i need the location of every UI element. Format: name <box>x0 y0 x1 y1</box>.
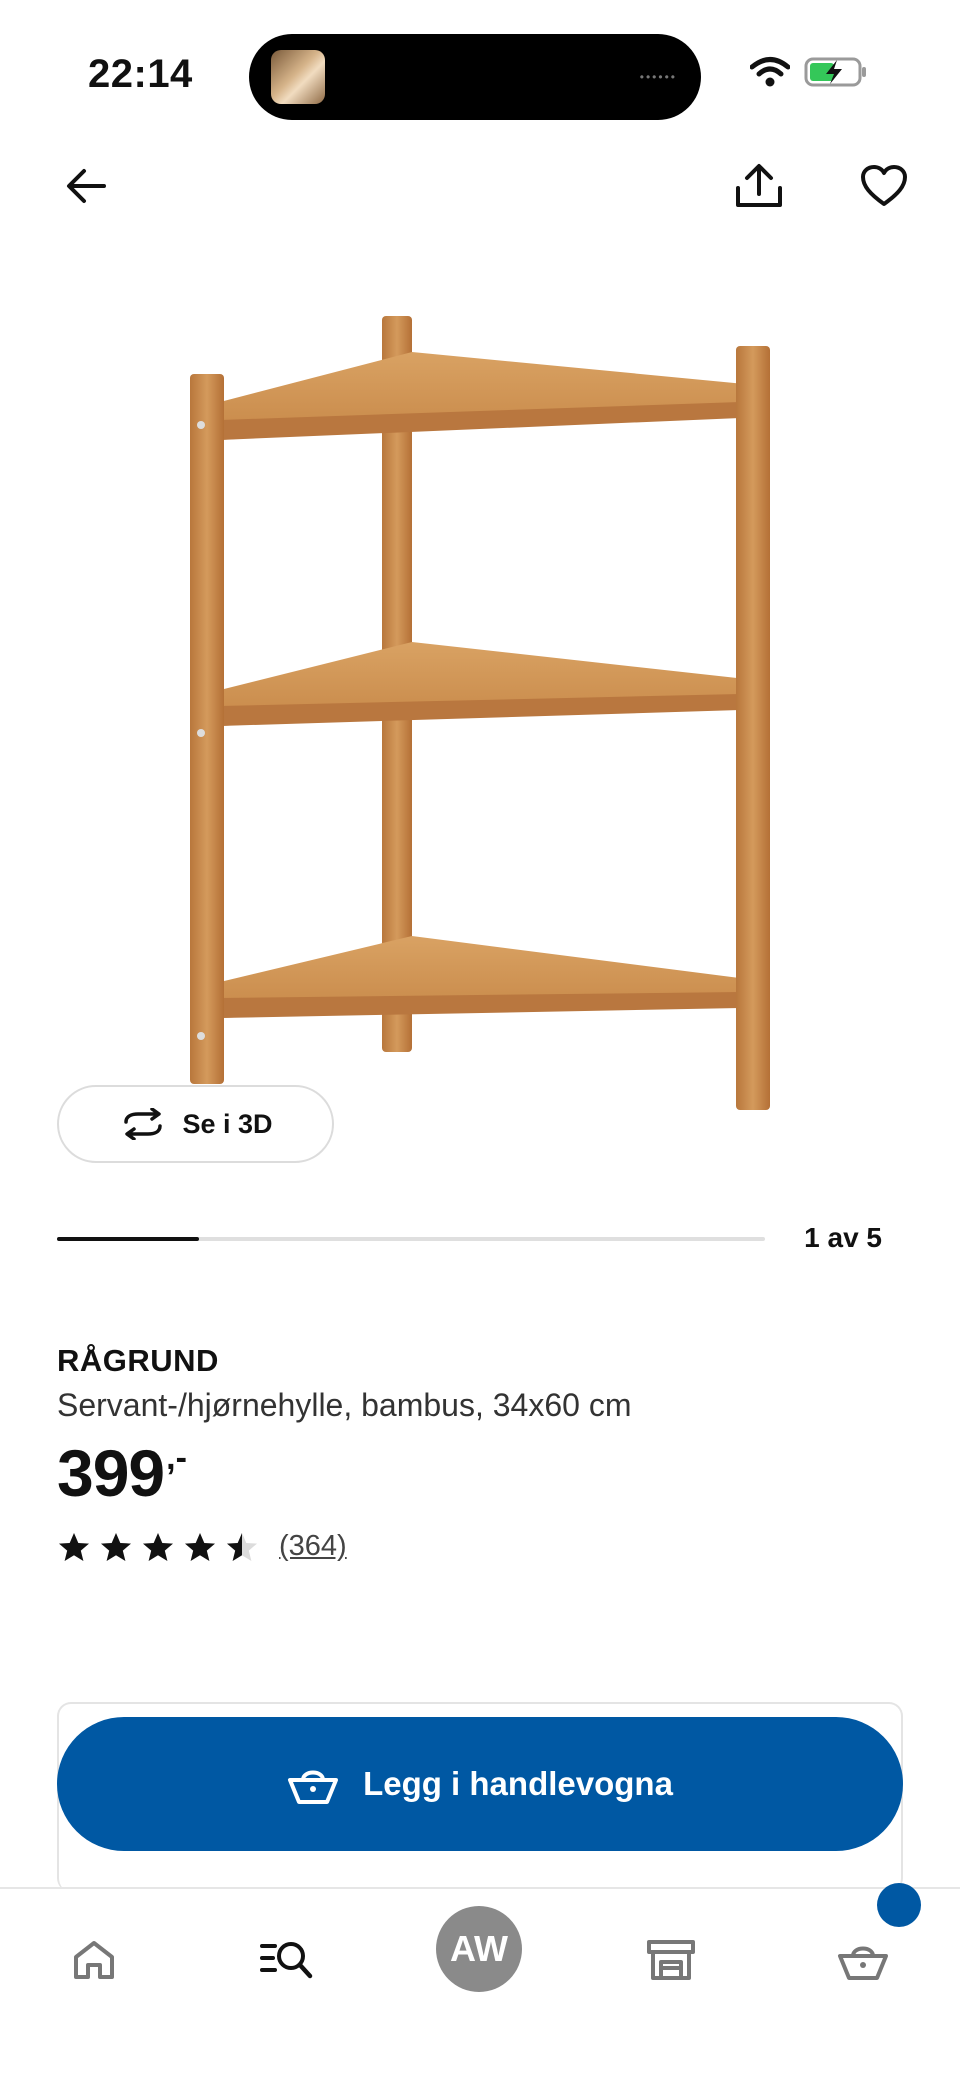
top-nav <box>0 150 960 230</box>
share-icon <box>736 164 782 207</box>
now-playing-thumbnail <box>271 50 325 104</box>
product-image[interactable] <box>150 290 790 1140</box>
star-icon <box>59 1532 89 1561</box>
rotate-3d-icon <box>124 1108 163 1140</box>
back-button[interactable] <box>54 154 118 218</box>
product-rating[interactable]: (364) <box>57 1530 347 1563</box>
arrow-left-icon <box>67 169 106 203</box>
carousel-track <box>57 1237 765 1241</box>
rating-stars <box>57 1531 259 1563</box>
status-icons <box>750 56 868 88</box>
view-3d-label: Se i 3D <box>182 1108 273 1139</box>
status-time: 22:14 <box>88 52 193 96</box>
battery-charging-icon <box>804 57 866 87</box>
status-bar: 22:14 •••••• <box>0 0 960 150</box>
image-counter: 1 av 5 <box>804 1222 882 1253</box>
view-3d-button[interactable]: Se i 3D <box>57 1085 334 1163</box>
wifi-icon <box>750 57 790 87</box>
price-suffix: ,- <box>166 1439 187 1477</box>
search-list-icon <box>260 1942 313 1979</box>
star-icon <box>143 1532 173 1561</box>
avatar-initials: AW <box>450 1928 508 1969</box>
nav-search[interactable] <box>242 1915 332 2005</box>
island-indicator-icon: •••••• <box>639 70 677 84</box>
star-icon <box>227 1532 257 1561</box>
cart-badge <box>877 1883 921 1927</box>
review-count-link[interactable]: (364) <box>279 1530 347 1563</box>
home-icon <box>74 1941 114 1979</box>
add-to-cart-button[interactable]: Legg i handlevogna <box>57 1717 903 1851</box>
favourite-button[interactable] <box>852 154 916 218</box>
star-icon <box>185 1532 215 1561</box>
share-button[interactable] <box>727 154 791 218</box>
nav-home[interactable] <box>49 1915 139 2005</box>
corner-shelf-illustration <box>190 316 770 1110</box>
product-name: RÅGRUND <box>57 1343 219 1378</box>
store-icon <box>647 1940 695 1980</box>
carousel-progress <box>57 1237 199 1241</box>
add-to-cart-label: Legg i handlevogna <box>363 1765 673 1802</box>
image-carousel-indicator: 1 av 5 <box>57 1220 907 1260</box>
price-value: 399 <box>57 1436 165 1510</box>
dynamic-island: •••••• <box>249 34 701 120</box>
star-icon <box>101 1532 131 1561</box>
nav-cart[interactable] <box>818 1915 908 2005</box>
bottom-nav: AW <box>0 1883 960 2087</box>
basket-icon <box>288 1770 339 1804</box>
heart-icon <box>861 165 907 206</box>
cart-icon <box>838 1946 888 1980</box>
product-description: Servant-/hjørnehylle, bambus, 34x60 cm <box>57 1387 632 1423</box>
product-price: 399 ,- <box>57 1435 187 1511</box>
profile-avatar[interactable]: AW <box>436 1906 522 1992</box>
nav-stores[interactable] <box>626 1915 716 2005</box>
